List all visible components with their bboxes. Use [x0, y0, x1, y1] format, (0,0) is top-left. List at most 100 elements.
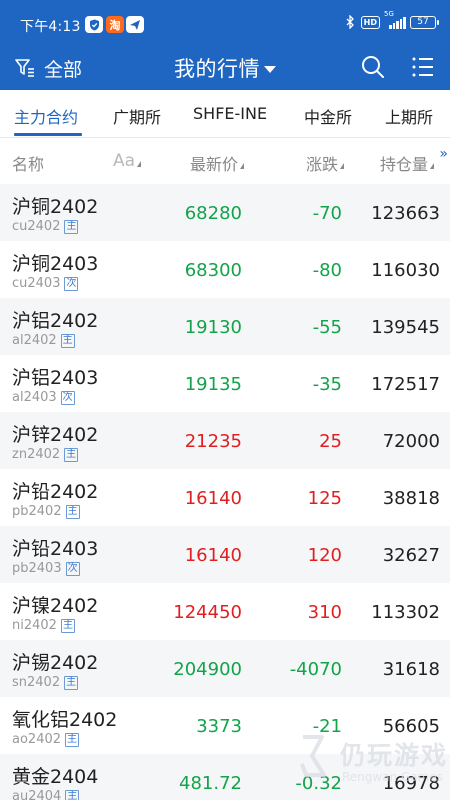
app-header: 全部 我的行情 [0, 46, 450, 90]
price-change: -55 [312, 317, 342, 338]
tab-shfe-ine[interactable]: SHFE-INE [193, 104, 267, 123]
signal-5g-icon: 5G [384, 10, 406, 29]
status-time: 下午4:13 [20, 19, 81, 35]
sort-icon [430, 163, 434, 169]
taobao-app-icon: 淘 [106, 16, 124, 33]
oi-header-label: 持仓量 [379, 155, 428, 174]
contract-code: pb2403 [12, 561, 62, 576]
contract-name: 沪镍2402 [12, 595, 99, 617]
table-row[interactable]: 氧化铝2402 ao2402 主 3373 -21 56605 [0, 697, 450, 754]
last-price: 16140 [184, 488, 242, 509]
shield-app-icon [85, 16, 103, 33]
contract-name: 氧化铝2402 [12, 709, 118, 731]
price-header-label: 最新价 [189, 155, 238, 174]
open-interest: 72000 [382, 431, 440, 452]
contract-tag-badge: 次 [60, 390, 75, 405]
chevron-down-icon [264, 65, 276, 73]
column-header-price[interactable]: 最新价 [190, 151, 244, 175]
contract-code: zn2402 [12, 447, 61, 462]
contract-code: ao2402 [12, 732, 62, 747]
contract-code: pb2402 [12, 504, 62, 519]
battery-icon: 57 [410, 15, 439, 29]
last-price: 21235 [184, 431, 242, 452]
contract-code-line: cu2402 主 [12, 219, 79, 234]
open-interest: 113302 [371, 602, 440, 623]
column-header-open-interest[interactable]: 持仓量 [380, 151, 434, 175]
contract-name: 沪铝2403 [12, 367, 99, 389]
contract-tag-badge: 次 [65, 561, 80, 576]
last-price: 16140 [184, 545, 242, 566]
table-row[interactable]: 沪铝2402 al2402 主 19130 -55 139545 [0, 298, 450, 355]
price-change: -4070 [289, 659, 342, 680]
contract-name: 沪铜2402 [12, 196, 99, 218]
table-row[interactable]: 沪铜2403 cu2403 次 68300 -80 116030 [0, 241, 450, 298]
price-change: 310 [307, 602, 342, 623]
open-interest: 172517 [371, 374, 440, 395]
table-row[interactable]: 沪锌2402 zn2402 主 21235 25 72000 [0, 412, 450, 469]
contract-name: 沪锡2402 [12, 652, 99, 674]
price-change: -0.32 [295, 773, 342, 794]
contract-code: au2404 [12, 789, 62, 800]
last-price: 124450 [173, 602, 242, 623]
contract-code-line: pb2402 主 [12, 504, 80, 519]
font-toggle-label: Aa [113, 151, 136, 171]
font-size-toggle[interactable]: Aa [113, 151, 142, 171]
price-change: -21 [312, 716, 342, 737]
table-row[interactable]: 沪铅2403 pb2403 次 16140 120 32627 [0, 526, 450, 583]
tab-gfex[interactable]: 广期所 [113, 104, 161, 128]
more-columns-icon[interactable]: » [439, 146, 448, 162]
sort-icon [137, 161, 142, 167]
contract-tag-badge: 主 [65, 732, 80, 747]
price-change: 125 [307, 488, 342, 509]
contract-name: 沪铅2403 [12, 538, 99, 560]
table-row[interactable]: 沪铝2403 al2403 次 19135 -35 172517 [0, 355, 450, 412]
contract-code: ni2402 [12, 618, 57, 633]
table-row[interactable]: 沪镍2402 ni2402 主 124450 310 113302 [0, 583, 450, 640]
contract-code-line: al2403 次 [12, 390, 75, 405]
contract-tag-badge: 主 [65, 789, 80, 800]
price-change: 25 [319, 431, 342, 452]
open-interest: 116030 [371, 260, 440, 281]
contract-code-line: zn2402 主 [12, 447, 79, 462]
bluetooth-icon [346, 15, 354, 29]
table-row[interactable]: 黄金2404 au2404 主 481.72 -0.32 16978 [0, 754, 450, 800]
contract-code-line: al2402 主 [12, 333, 75, 348]
contract-tag-badge: 主 [60, 333, 75, 348]
contract-tag-badge: 主 [64, 675, 79, 690]
contract-tag-badge: 主 [64, 447, 79, 462]
page-title-dropdown[interactable]: 我的行情 [174, 53, 276, 83]
contract-code: al2403 [12, 390, 57, 405]
search-icon[interactable] [360, 54, 386, 80]
contract-code-line: ao2402 主 [12, 732, 80, 747]
open-interest: 56605 [382, 716, 440, 737]
table-row[interactable]: 沪铜2402 cu2402 主 68280 -70 123663 [0, 184, 450, 241]
contract-code: cu2402 [12, 219, 61, 234]
column-header-row: 名称 Aa 最新价 涨跌 持仓量 » [0, 138, 450, 184]
filter-label: 全部 [44, 58, 83, 81]
sort-icon [340, 163, 344, 169]
table-row[interactable]: 沪锡2402 sn2402 主 204900 -4070 31618 [0, 640, 450, 697]
column-header-name: 名称 [12, 155, 45, 174]
filter-button[interactable]: 全部 [14, 54, 82, 82]
last-price: 3373 [196, 716, 242, 737]
contract-code-line: au2404 主 [12, 789, 80, 800]
price-change: -70 [312, 203, 342, 224]
tab-main-contracts[interactable]: 主力合约 [14, 104, 78, 128]
last-price: 68280 [184, 203, 242, 224]
open-interest: 38818 [382, 488, 440, 509]
tab-shfe[interactable]: 上期所 [385, 104, 433, 128]
contract-code: sn2402 [12, 675, 61, 690]
table-row[interactable]: 沪铅2402 pb2402 主 16140 125 38818 [0, 469, 450, 526]
contract-code-line: sn2402 主 [12, 675, 79, 690]
status-bar: 下午4:13 淘 HD 5G 57 [0, 0, 450, 46]
open-interest: 123663 [371, 203, 440, 224]
contract-name: 黄金2404 [12, 766, 99, 788]
last-price: 19135 [184, 374, 242, 395]
column-header-change[interactable]: 涨跌 [306, 151, 344, 175]
tab-cffex[interactable]: 中金所 [304, 104, 352, 128]
status-indicators: HD 5G 57 [345, 10, 439, 29]
exchange-tabs: 主力合约 广期所 SHFE-INE 中金所 上期所 [0, 90, 450, 138]
contract-code-line: cu2403 次 [12, 276, 79, 291]
quote-list: 沪铜2402 cu2402 主 68280 -70 123663 沪铜2403 cu2403 次… [0, 184, 450, 800]
list-menu-icon[interactable] [411, 55, 435, 79]
